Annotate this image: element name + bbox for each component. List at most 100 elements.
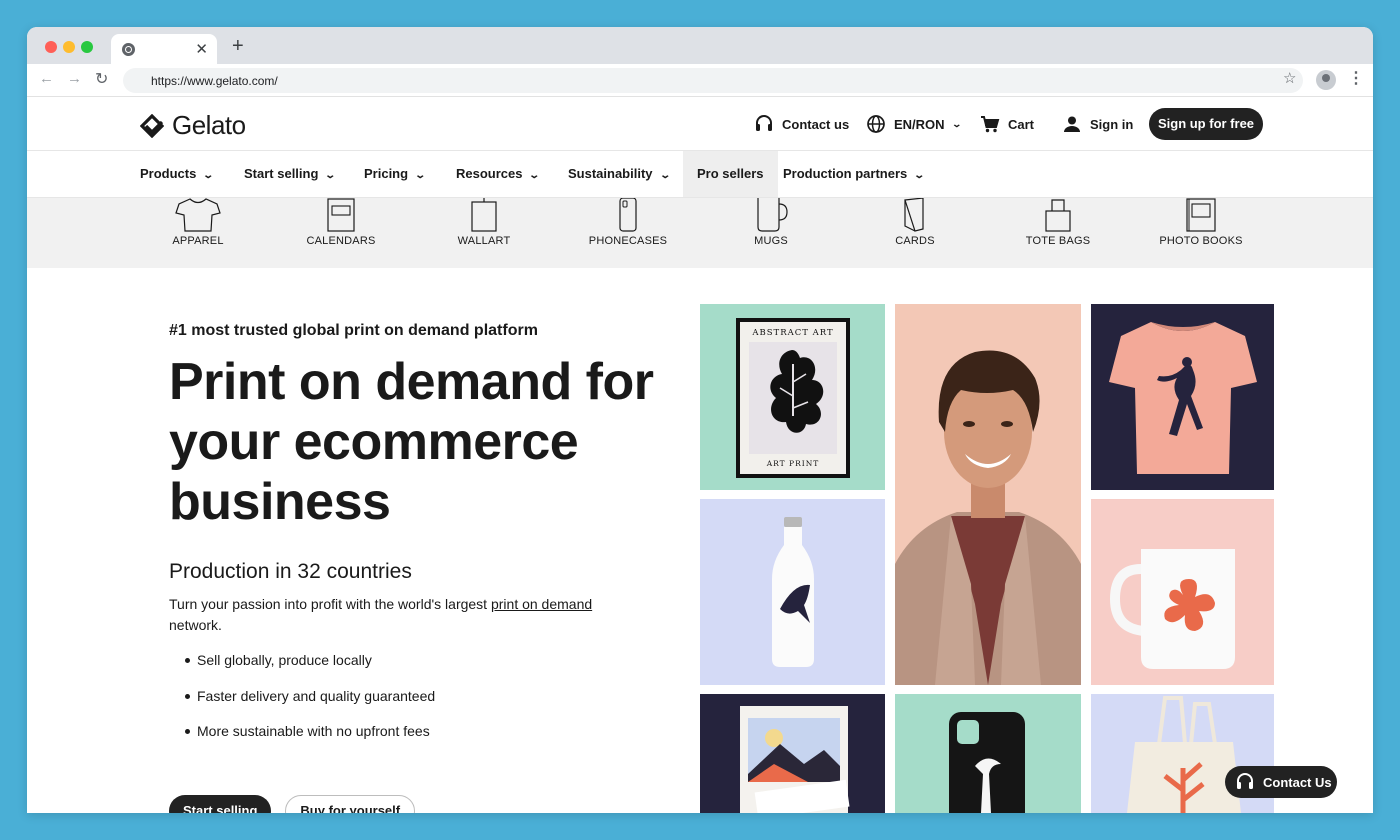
- sign-in-link[interactable]: Sign in: [1062, 114, 1133, 134]
- poster-caption: ART PRINT: [766, 459, 820, 468]
- contact-us-float-button[interactable]: Contact Us: [1225, 766, 1337, 798]
- main-navigation: Products ⌄ Start selling ⌄ Pricing ⌄ Resour…: [27, 151, 1373, 198]
- model-photo-tile: [895, 304, 1081, 685]
- back-icon[interactable]: ←: [39, 70, 54, 87]
- address-bar[interactable]: https://www.gelato.com/: [123, 68, 1303, 93]
- card-icon: [904, 198, 924, 232]
- logo-text: Gelato: [172, 110, 246, 140]
- hero-description-end: network.: [169, 617, 222, 633]
- phone-case-tile: [895, 694, 1081, 813]
- nav-products-label: Products: [140, 166, 197, 181]
- poster-title: ABSTRACT ART: [752, 328, 834, 338]
- print-on-demand-link[interactable]: print on demand: [491, 596, 592, 612]
- cart-link[interactable]: Cart: [980, 114, 1034, 134]
- contact-us-link[interactable]: Contact us: [754, 114, 849, 134]
- calendar-icon: [327, 198, 355, 232]
- start-selling-button[interactable]: Start selling: [169, 795, 272, 813]
- category-tote-bags-label: TOTE BAGS: [1025, 235, 1091, 247]
- chevron-down-icon: ⌄: [528, 170, 541, 181]
- category-phonecases-label: PHONECASES: [588, 235, 668, 247]
- category-tote-bags[interactable]: TOTE BAGS: [998, 198, 1118, 247]
- url-text: https://www.gelato.com/: [151, 74, 278, 88]
- sign-up-button[interactable]: Sign up for free: [1149, 108, 1263, 140]
- user-icon: [1064, 116, 1080, 132]
- sign-in-label: Sign in: [1090, 116, 1134, 132]
- category-wallart[interactable]: WALLART: [424, 198, 544, 247]
- chevron-down-icon: ⌄: [658, 170, 671, 181]
- phone-case-icon: [619, 198, 637, 232]
- category-cards[interactable]: CARDS: [855, 198, 975, 247]
- frame-icon: [471, 198, 497, 232]
- category-phonecases[interactable]: PHONECASES: [568, 198, 688, 247]
- mug-icon: [757, 198, 788, 232]
- cart-label: Cart: [1008, 116, 1035, 132]
- nav-start-selling-label: Start selling: [244, 166, 319, 181]
- hero-headline-line-1: Print on demand for: [169, 353, 654, 411]
- list-item: Sell globally, produce locally: [169, 650, 679, 670]
- forward-icon[interactable]: →: [67, 70, 82, 87]
- nav-sustainability[interactable]: Sustainability ⌄: [568, 151, 671, 197]
- tab-close-icon[interactable]: ✕: [195, 40, 208, 58]
- nav-pricing-label: Pricing: [364, 166, 409, 181]
- hero-tagline: #1 most trusted global print on demand p…: [169, 322, 538, 339]
- tshirt-image: [1109, 322, 1257, 474]
- category-calendars[interactable]: CALENDARS: [281, 198, 401, 247]
- contact-us-float-label: Contact Us: [1263, 774, 1332, 790]
- category-cards-label: CARDS: [895, 235, 935, 247]
- phone-case-image: [949, 712, 1025, 813]
- tote-bag-icon: [1045, 199, 1071, 232]
- browser-tab[interactable]: ✕: [111, 34, 217, 64]
- category-apparel-label: APPAREL: [172, 235, 224, 247]
- browser-tabstrip: ✕ +: [27, 27, 1373, 64]
- gelato-logo[interactable]: Gelato: [140, 110, 246, 141]
- hero-buttons: Start selling Buy for yourself: [169, 795, 416, 813]
- nav-products[interactable]: Products ⌄: [140, 151, 214, 197]
- nav-production-partners[interactable]: Production partners ⌄: [783, 151, 926, 197]
- globe-icon: [867, 115, 885, 133]
- chrome-icon: [122, 43, 135, 56]
- minimize-window-icon[interactable]: [63, 41, 75, 53]
- hero-description: Turn your passion into profit with the w…: [169, 594, 679, 636]
- nav-pricing[interactable]: Pricing ⌄: [364, 151, 427, 197]
- maximize-window-icon[interactable]: [81, 41, 93, 53]
- profile-avatar[interactable]: [1316, 70, 1336, 90]
- bottle-tile: [700, 499, 885, 685]
- headset-icon: [756, 115, 772, 131]
- chevron-down-icon: ⌄: [414, 170, 427, 181]
- chevron-down-icon: ⌄: [951, 118, 962, 129]
- browser-toolbar: ← → ↻ https://www.gelato.com/ ☆ ⋮: [27, 64, 1373, 97]
- chevron-down-icon: ⌄: [324, 170, 337, 181]
- menu-kebab-icon[interactable]: ⋮: [1348, 68, 1364, 88]
- close-window-icon[interactable]: [45, 41, 57, 53]
- category-bar: APPAREL CALENDARS WALLART PHONECASES MUG…: [27, 198, 1373, 268]
- list-item: More sustainable with no upfront fees: [169, 721, 679, 741]
- nav-start-selling[interactable]: Start selling ⌄: [244, 151, 337, 197]
- hero-headline: Print on demand for your ecommerce busin…: [169, 352, 679, 532]
- category-photo-books[interactable]: PHOTO BOOKS: [1141, 198, 1261, 247]
- cart-icon: [981, 116, 1000, 133]
- site-header: Gelato Contact us EN/RON ⌄ Cart Sign in …: [27, 97, 1373, 151]
- category-wallart-label: WALLART: [457, 235, 511, 247]
- gelato-logo-icon: [140, 113, 164, 138]
- language-label: EN/RON: [894, 116, 945, 132]
- mug-tile: [1091, 499, 1274, 685]
- tshirt-icon: [175, 198, 221, 232]
- category-mugs[interactable]: MUGS: [711, 198, 831, 247]
- nav-production-partners-label: Production partners: [783, 166, 908, 181]
- nav-resources-label: Resources: [456, 166, 523, 181]
- nav-pro-sellers[interactable]: Pro sellers: [683, 151, 778, 197]
- calendar-tile: [700, 694, 885, 813]
- buy-for-yourself-button[interactable]: Buy for yourself: [285, 795, 416, 813]
- hero-section: #1 most trusted global print on demand p…: [169, 322, 679, 813]
- headset-icon: [1237, 773, 1253, 789]
- language-selector[interactable]: EN/RON ⌄: [866, 114, 962, 134]
- hero-subhead: Production in 32 countries: [169, 560, 412, 583]
- bookmark-star-icon[interactable]: ☆: [1283, 69, 1296, 87]
- reload-icon[interactable]: ↻: [95, 69, 108, 89]
- chevron-down-icon: ⌄: [913, 170, 926, 181]
- nav-resources[interactable]: Resources ⌄: [456, 151, 541, 197]
- nav-sustainability-label: Sustainability: [568, 166, 653, 181]
- tshirt-tile: [1091, 304, 1274, 490]
- new-tab-button[interactable]: +: [232, 35, 244, 58]
- category-apparel[interactable]: APPAREL: [138, 198, 258, 247]
